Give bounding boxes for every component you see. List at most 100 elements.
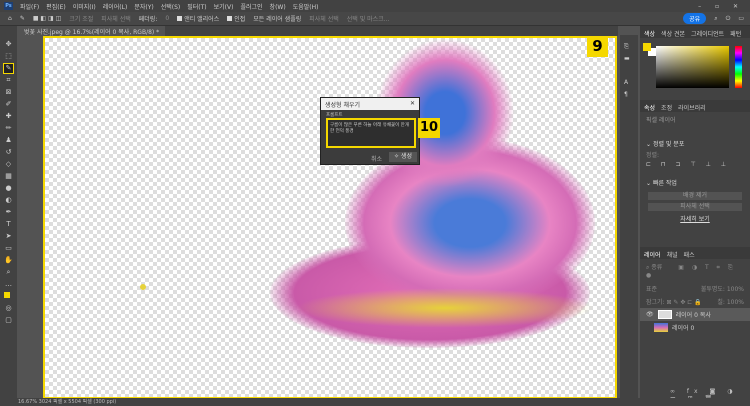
quick-actions-section[interactable]: ⌄ 빠른 작업 [640, 170, 750, 189]
step-badge-10: 10 [418, 118, 440, 138]
zoom-icon[interactable]: ⌕ [4, 268, 13, 277]
layers-tabs: 레이어 채널 패스 [640, 247, 750, 259]
crop-tool-icon[interactable]: ⌗ [4, 76, 13, 85]
menu-help[interactable]: 도움말(H) [293, 2, 319, 11]
generative-fill-dialog: 생성형 채우기 ✕ 프롬프트 구름이 많은 푸른 하늘 아래 유채꽃이 만개한 언… [320, 97, 420, 165]
panel-icons[interactable]: ⎘ ▬ A ¶ [620, 35, 638, 107]
power-icon[interactable]: ⏻ [726, 15, 731, 23]
dialog-title: 생성형 채우기 [325, 102, 361, 109]
align-buttons[interactable]: ⊏ ⊓ ⊐ ⊤ ⊥ ⊥ [640, 159, 750, 170]
tab-layers[interactable]: 레이어 [644, 250, 661, 259]
screen-mode-icon[interactable]: ▢ [4, 316, 13, 325]
window-controls[interactable]: – ▫ ✕ [698, 3, 750, 10]
tab-properties[interactable]: 속성 [644, 103, 655, 112]
lock-row: 잠그기: ⊠ ✎ ✥ ⊏ 🔒 칠: 100% [646, 299, 744, 306]
layer-thumbnail [657, 310, 672, 319]
select-subject-button[interactable]: 피사체 선택 [648, 203, 742, 211]
pen-icon[interactable]: ✒ [4, 208, 13, 217]
menu-edit[interactable]: 편집(E) [46, 2, 66, 11]
stamp-icon[interactable]: ♟ [4, 136, 13, 145]
layer-name: 레이어 0 [672, 325, 695, 332]
share-button[interactable]: 공유 [683, 13, 707, 24]
brush-icon[interactable]: ✏ [4, 124, 13, 133]
home-icon[interactable]: ⌂ [8, 15, 12, 22]
gradient-icon[interactable]: ▦ [4, 172, 13, 181]
blend-mode-select[interactable]: 표준 [646, 284, 657, 293]
menu-window[interactable]: 창(W) [270, 2, 286, 11]
sample-size[interactable]: 크기 조절 [69, 14, 93, 23]
search-icon[interactable]: ⌕ [714, 15, 717, 23]
menu-filter[interactable]: 필터(T) [187, 2, 206, 11]
select-mask-button[interactable]: 선택 및 마스크... [347, 14, 390, 23]
tab-gradients[interactable]: 그레이디언트 [691, 29, 724, 38]
tab-patterns[interactable]: 패턴 [730, 29, 741, 38]
close-icon[interactable]: ✕ [410, 100, 415, 108]
tab-swatches[interactable]: 색상 견본 [661, 29, 685, 38]
blur-icon[interactable]: ● [4, 184, 13, 193]
menu-file[interactable]: 파일(F) [20, 2, 39, 11]
layer-name: 레이어 0 복사 [675, 312, 711, 319]
remove-background-button[interactable]: 배경 제거 [648, 192, 742, 200]
menu-view[interactable]: 보기(V) [214, 2, 234, 11]
hand-icon[interactable]: ✋ [4, 256, 13, 265]
selection-mode-icons[interactable]: ■ ◧ ◨ ◫ [33, 15, 61, 22]
subject-button[interactable]: 피사체 선택 [309, 14, 339, 23]
toolbar: ✥ ⬚ ✎ ⌗ ⊠ ✐ ✚ ✏ ♟ ↺ ◇ ▦ ● ◐ ✒ T ➤ ▭ ✋ ⌕ … [0, 26, 17, 398]
tab-channels[interactable]: 채널 [667, 250, 678, 259]
all-layers-checkbox[interactable]: 모든 레이어 샘플링 [253, 14, 301, 23]
tab-color[interactable]: 색상 [644, 29, 655, 38]
move-tool-icon[interactable]: ✥ [4, 40, 13, 49]
step-badge-9: 9 [587, 36, 608, 57]
more-link[interactable]: 자세히 보기 [640, 214, 750, 223]
layer-row[interactable]: 레이어 0 [640, 321, 750, 334]
workspace-icon[interactable]: ▭ [738, 15, 750, 22]
cancel-button[interactable]: 취소 [371, 154, 382, 163]
tolerance[interactable]: 피사체 선택 [101, 14, 131, 23]
feather-input[interactable]: 0 [165, 15, 169, 22]
healing-icon[interactable]: ✚ [4, 112, 13, 121]
document-tab[interactable]: 벚꽃 사진.jpeg @ 16.7%(레이어 0 복사, RGB/8) * [18, 26, 166, 36]
feather-label: 페더링: [138, 16, 158, 23]
magic-wand-icon[interactable]: ✎ [20, 15, 25, 22]
tab-libraries[interactable]: 라이브러리 [678, 103, 706, 112]
layer-filter[interactable]: ⌕ 종류 ▣ ◑ T ⌗ ⎘ ● [640, 259, 750, 282]
status-bar: 16.67% 3024 픽셀 x 5504 픽셀 (300 ppi) [0, 398, 750, 406]
dodge-icon[interactable]: ◐ [4, 196, 13, 205]
quick-mask-icon[interactable]: ◎ [4, 304, 13, 313]
hue-slider[interactable] [735, 46, 742, 88]
menu-select[interactable]: 선택(S) [161, 2, 181, 11]
path-select-icon[interactable]: ➤ [4, 232, 13, 241]
color-panel-tabs: 색상 색상 견본 그레이디언트 패턴 [640, 26, 750, 38]
generate-button[interactable]: ✧ 생성 [389, 152, 417, 162]
frame-tool-icon[interactable]: ⊠ [4, 88, 13, 97]
history-brush-icon[interactable]: ↺ [4, 148, 13, 157]
tab-adjustments[interactable]: 조정 [661, 103, 672, 112]
layer-row[interactable]: 👁 레이어 0 복사 [640, 308, 750, 321]
layer-thumbnail [654, 323, 668, 332]
fill-input[interactable]: 100% [727, 299, 744, 306]
antialias-checkbox[interactable]: 앤티 앨리어스 [177, 14, 219, 23]
magic-wand-tool-icon[interactable]: ✎ [3, 63, 14, 74]
tab-paths[interactable]: 패스 [684, 250, 695, 259]
canvas[interactable] [43, 36, 617, 399]
menu-type[interactable]: 문자(Y) [134, 2, 153, 11]
menu-image[interactable]: 이미지(I) [73, 2, 96, 11]
align-section[interactable]: ⌄ 정렬 및 분포 [640, 127, 750, 150]
menu-layer[interactable]: 레이어(L) [103, 2, 128, 11]
menu-plugins[interactable]: 플러그인 [240, 2, 262, 11]
eye-icon[interactable]: 👁 [646, 311, 654, 318]
right-panels: 색상 색상 견본 그레이디언트 패턴 속성 조정 라이브러리 픽셀 레이어 ⌄ … [640, 26, 750, 402]
blend-row: 표준 불투명도: 100% [646, 284, 744, 293]
prompt-input[interactable]: 구름이 많은 푸른 하늘 아래 유채꽃이 만개한 언덕 풍경 [326, 118, 416, 148]
color-swatches[interactable] [4, 292, 13, 301]
color-picker-field[interactable] [656, 46, 729, 88]
marquee-tool-icon[interactable]: ⬚ [4, 52, 13, 61]
eyedropper-icon[interactable]: ✐ [4, 100, 13, 109]
opacity-input[interactable]: 100% [727, 286, 744, 293]
type-icon[interactable]: T [4, 220, 13, 229]
contiguous-checkbox[interactable]: 인접 [227, 14, 245, 23]
eraser-icon[interactable]: ◇ [4, 160, 13, 169]
more-tools-icon[interactable]: … [4, 280, 13, 289]
foreground-swatch[interactable] [643, 43, 651, 51]
shape-icon[interactable]: ▭ [4, 244, 13, 253]
